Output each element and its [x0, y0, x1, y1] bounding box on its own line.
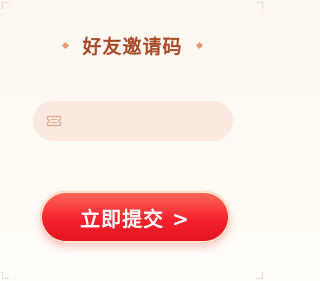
- submit-button-label: 立即提交 >: [80, 206, 190, 231]
- diamond-icon: [195, 41, 203, 50]
- corner-decoration: [2, 272, 9, 279]
- diamond-icon: [62, 41, 70, 50]
- corner-decoration: [256, 272, 263, 279]
- submit-button[interactable]: 立即提交 >: [40, 191, 230, 243]
- page-title: 好友邀请码: [82, 36, 183, 58]
- title-row: 好友邀请码: [0, 32, 265, 59]
- invite-code-field[interactable]: [33, 100, 252, 142]
- corner-decoration: [2, 2, 9, 9]
- ticket-icon: [46, 114, 62, 128]
- invite-code-input[interactable]: [78, 100, 252, 142]
- corner-decoration: [256, 2, 263, 9]
